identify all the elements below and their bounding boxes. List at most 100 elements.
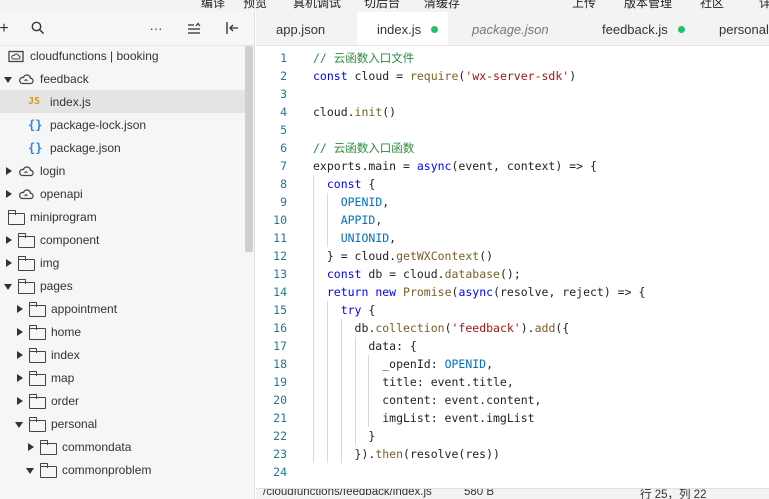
- code-token: require: [409, 69, 459, 83]
- tree-item-label: package.json: [50, 140, 121, 155]
- line-content: APPID,: [313, 211, 383, 229]
- line-number: 24: [273, 465, 287, 479]
- tree-item-index-js[interactable]: JS index.js: [0, 90, 245, 113]
- more-icon[interactable]: ···: [148, 21, 164, 37]
- chevron-down-icon[interactable]: [4, 74, 14, 84]
- code-line: 13 const db = cloud.database();: [256, 265, 769, 283]
- code-line: 19 title: event.title,: [256, 373, 769, 391]
- tree-item-label: cloudfunctions | booking: [30, 48, 159, 63]
- line-number: 16: [273, 321, 287, 335]
- chevron-right-icon[interactable]: [4, 235, 14, 245]
- code-line: 6 // 云函数入口函数: [256, 139, 769, 157]
- tree-item-miniprogram[interactable]: miniprogram: [0, 205, 245, 228]
- code-token: 'feedback': [451, 321, 521, 335]
- cloud-icon: [18, 187, 34, 201]
- collapse-all-icon[interactable]: [186, 21, 202, 37]
- code-token: database: [444, 267, 500, 281]
- remote-debug-menu[interactable]: 真机调试: [293, 0, 341, 11]
- code-area[interactable]: 1// 云函数入口文件 2 const cloud = require('wx-se…: [256, 47, 769, 488]
- code-token: OPENID: [444, 357, 487, 371]
- tree-item-label: pages: [40, 278, 73, 293]
- tree-item-index[interactable]: index: [0, 343, 245, 366]
- version-menu[interactable]: 版本管理: [624, 0, 672, 11]
- code-line: 9 OPENID,: [256, 193, 769, 211]
- chevron-right-icon[interactable]: [15, 304, 25, 314]
- top-menu-bar: 编译 预览 真机调试 切后台 清缓存 上传 版本管理 社区 详: [0, 0, 769, 12]
- community-menu[interactable]: 社区: [700, 0, 724, 11]
- code-line: 1 // 云函数入口文件: [256, 49, 769, 67]
- chevron-right-icon[interactable]: [4, 258, 14, 268]
- status-bar: /cloudfunctions/feedback/index.js 580 B …: [256, 488, 769, 499]
- tree-item-img[interactable]: img: [0, 251, 245, 274]
- tree-item-order[interactable]: order: [0, 389, 245, 412]
- code-token: const: [326, 177, 369, 191]
- tab-personal[interactable]: personal: [699, 12, 769, 45]
- search-icon[interactable]: [30, 21, 46, 37]
- cloud-folder-icon: [8, 49, 24, 63]
- tree-item-label: openapi: [40, 186, 83, 201]
- tree-item-label: miniprogram: [30, 209, 97, 224]
- compile-menu[interactable]: 编译: [201, 0, 225, 11]
- tree-item-commondata[interactable]: commondata: [0, 435, 245, 458]
- chevron-down-icon[interactable]: [4, 281, 14, 291]
- chevron-right-icon[interactable]: [26, 442, 36, 452]
- code-token: db.: [313, 321, 376, 335]
- add-icon[interactable]: +: [0, 21, 12, 37]
- tree-item-home[interactable]: home: [0, 320, 245, 343]
- tree-item-commonproblem[interactable]: commonproblem: [0, 458, 245, 481]
- tab-app-json[interactable]: app.json: [256, 12, 335, 45]
- status-cursor-position[interactable]: 行 25，列 22: [640, 489, 706, 499]
- tree-item-component[interactable]: component: [0, 228, 245, 251]
- line-number: 22: [273, 429, 287, 443]
- code-token: }: [313, 429, 376, 443]
- line-content: exports.main = async(event, context) => …: [313, 157, 597, 175]
- tree-item-personal[interactable]: personal: [0, 412, 245, 435]
- explorer-scrollbar[interactable]: [245, 46, 253, 252]
- tree-item-map[interactable]: map: [0, 366, 245, 389]
- chevron-right-icon[interactable]: [15, 327, 25, 337]
- clear-cache-menu[interactable]: 清缓存: [424, 0, 460, 11]
- tree-item-pages[interactable]: pages: [0, 274, 245, 297]
- tree-item-login[interactable]: login: [0, 159, 245, 182]
- explorer-toolbar: + ···: [0, 12, 254, 46]
- line-content: UNIONID,: [313, 229, 396, 247]
- tree-item-package-lock-json[interactable]: {} package-lock.json: [0, 113, 245, 136]
- code-token: init: [354, 105, 383, 119]
- line-number: 5: [280, 123, 287, 137]
- chevron-down-icon[interactable]: [15, 419, 25, 429]
- chevron-right-icon[interactable]: [15, 350, 25, 360]
- chevron-down-icon[interactable]: [26, 465, 36, 475]
- tree-item-appointment[interactable]: appointment: [0, 297, 245, 320]
- tree-item-feedback[interactable]: feedback: [0, 67, 245, 90]
- upload-menu[interactable]: 上传: [572, 0, 596, 11]
- tree-item-cloudfunctions-booking[interactable]: cloudfunctions | booking: [0, 44, 245, 67]
- tree-item-package-json[interactable]: {} package.json: [0, 136, 245, 159]
- tree-item-label: commondata: [62, 439, 132, 454]
- code-line: 5: [256, 121, 769, 139]
- line-number: 2: [280, 69, 287, 83]
- chevron-right-icon[interactable]: [4, 189, 14, 199]
- js-file-icon: JS: [28, 95, 41, 107]
- tree-item-label: map: [51, 370, 75, 385]
- chevron-right-icon[interactable]: [15, 373, 25, 383]
- line-number: 3: [280, 87, 287, 101]
- chevron-right-icon[interactable]: [15, 396, 25, 406]
- details-menu[interactable]: 详: [759, 0, 769, 11]
- status-file-path: /cloudfunctions/feedback/index.js: [263, 488, 432, 498]
- code-line: 11 UNIONID,: [256, 229, 769, 247]
- preview-menu[interactable]: 预览: [243, 0, 267, 11]
- background-menu[interactable]: 切后台: [364, 0, 400, 11]
- cloud-icon: [18, 72, 34, 86]
- toggle-panel-icon[interactable]: [224, 21, 240, 37]
- tab-feedback-js[interactable]: feedback.js: [582, 12, 695, 45]
- folder-icon: [18, 278, 35, 294]
- chevron-right-icon[interactable]: [4, 166, 14, 176]
- code-token: content: event.content,: [313, 393, 542, 407]
- code-token: cloud =: [354, 69, 410, 83]
- tab-package-json[interactable]: package.json: [452, 12, 559, 45]
- tree-item-openapi[interactable]: openapi: [0, 182, 245, 205]
- code-line: 3: [256, 85, 769, 103]
- tab-index-js[interactable]: index.js: [357, 12, 449, 45]
